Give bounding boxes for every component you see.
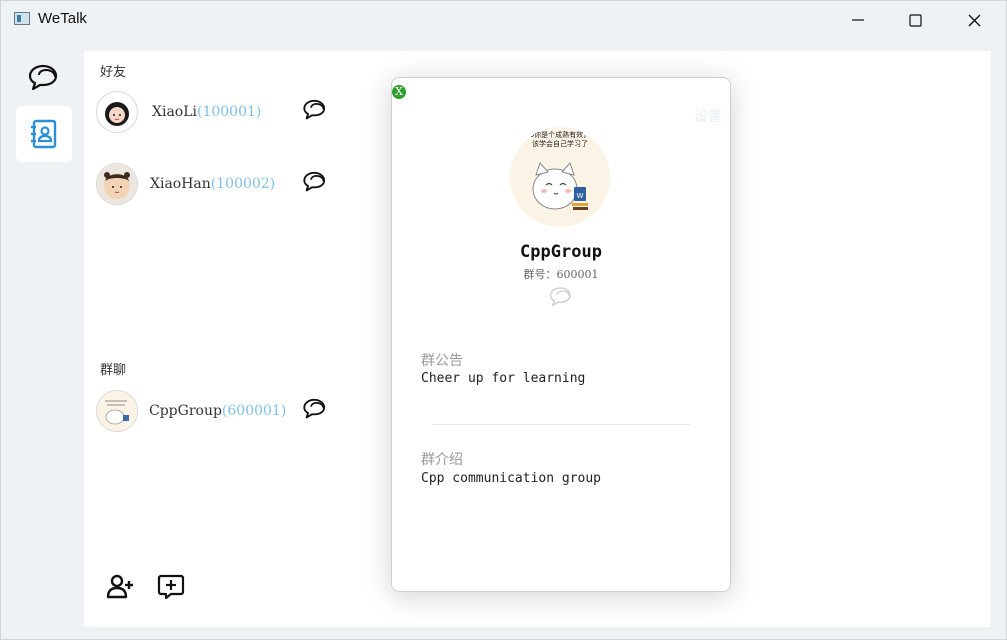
friend-name: XiaoHan(100002) (150, 176, 276, 192)
chat-bubbles-icon[interactable] (302, 169, 328, 195)
avatar-caption-line1: o你是个成熟有效， (530, 130, 590, 139)
create-group-button[interactable] (157, 573, 185, 601)
avatar-caption-line2: 该学会自己学习了 (532, 139, 588, 148)
svg-text:W: W (577, 192, 584, 200)
rail-chats-button[interactable] (16, 50, 72, 106)
chat-bubbles-icon[interactable] (302, 396, 328, 422)
friend-name: XiaoLi(100001) (152, 104, 262, 120)
friends-section-title: 好友 (100, 65, 127, 80)
title-bar: WeTalk (1, 1, 1006, 39)
avatar (96, 390, 138, 432)
dialog-close-button[interactable]: X (392, 85, 406, 99)
group-name-title: CppGroup (520, 242, 602, 262)
chat-bubbles-icon[interactable] (302, 97, 328, 123)
divider (432, 424, 690, 425)
maximize-button[interactable] (886, 1, 944, 39)
group-notice-label: 群公告 (421, 353, 463, 369)
add-friend-icon (106, 574, 133, 599)
settings-link[interactable]: 设置 (694, 106, 722, 126)
group-row[interactable]: CppGroup(600001) (84, 390, 344, 434)
avatar (96, 91, 138, 133)
friend-row[interactable]: XiaoLi(100001) (84, 91, 344, 135)
maximize-icon (908, 13, 922, 27)
group-intro-label: 群介绍 (421, 452, 463, 468)
navigation-rail (1, 39, 84, 639)
avatar (96, 163, 138, 205)
group-notice-text: Cheer up for learning (421, 371, 586, 386)
minimize-button[interactable] (829, 1, 887, 39)
app-icon (14, 12, 30, 25)
group-intro-text: Cpp communication group (421, 471, 602, 486)
contacts-book-icon (31, 119, 57, 149)
add-friend-button[interactable] (106, 573, 134, 601)
close-icon (968, 14, 980, 26)
rail-contacts-button[interactable] (16, 106, 72, 162)
add-group-icon (157, 574, 185, 600)
close-window-button[interactable] (945, 1, 1003, 39)
minimize-icon (852, 19, 864, 21)
app-window: WeTalk 好友 XiaoLi(100001) XiaoHan(100002)… (0, 0, 1007, 640)
groups-section-title: 群聊 (100, 363, 127, 378)
group-avatar: o你是个成熟有效， 该学会自己学习了 W (510, 127, 610, 227)
group-number: 群号：600001 (523, 268, 599, 281)
chat-bubbles-icon (28, 64, 58, 91)
friend-row[interactable]: XiaoHan(100002) (84, 163, 344, 207)
window-title: WeTalk (38, 10, 87, 27)
group-name: CppGroup(600001) (149, 403, 287, 419)
group-info-dialog: X 设置 o你是个成熟有效， 该学会自己学习了 W CppGroup 群号：60… (391, 77, 731, 592)
chat-bubbles-icon[interactable] (548, 285, 574, 309)
